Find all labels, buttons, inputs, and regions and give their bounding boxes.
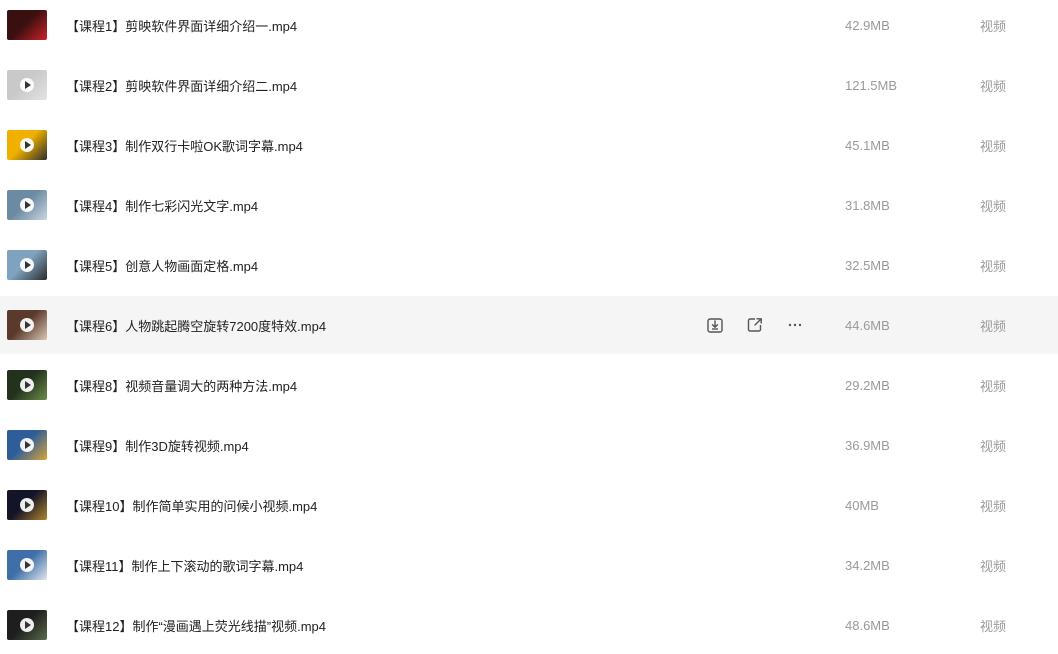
file-name[interactable]: 【课程10】制作简单实用的问候小视频.mp4 (66, 496, 317, 515)
more-icon[interactable] (786, 316, 804, 334)
file-type: 视频 (980, 18, 1007, 34)
video-thumbnail[interactable] (7, 490, 47, 520)
file-size: 36.9MB (845, 437, 890, 453)
play-icon (20, 378, 34, 392)
play-icon (20, 258, 34, 272)
file-name[interactable]: 【课程3】制作双行卡啦OK歌词字幕.mp4 (66, 136, 303, 155)
video-thumbnail[interactable] (7, 550, 47, 580)
play-icon (20, 78, 34, 92)
file-name[interactable]: 【课程8】视频音量调大的两种方法.mp4 (66, 376, 297, 395)
file-row[interactable]: 【课程12】制作“漫画遇上荧光线描”视频.mp4 48.6MB 视频 (0, 596, 1058, 654)
play-icon (20, 318, 34, 332)
file-size: 31.8MB (845, 197, 890, 213)
file-row[interactable]: 【课程11】制作上下滚动的歌词字幕.mp4 34.2MB 视频 (0, 536, 1058, 594)
download-icon[interactable] (706, 316, 724, 334)
file-type: 视频 (980, 258, 1007, 274)
file-name[interactable]: 【课程6】人物跳起腾空旋转7200度特效.mp4 (66, 316, 326, 335)
file-type: 视频 (980, 558, 1007, 574)
file-name[interactable]: 【课程11】制作上下滚动的歌词字幕.mp4 (66, 556, 303, 575)
file-size: 32.5MB (845, 257, 890, 273)
file-row[interactable]: 【课程10】制作简单实用的问候小视频.mp4 40MB 视频 (0, 476, 1058, 534)
video-thumbnail[interactable] (7, 130, 47, 160)
file-row[interactable]: 【课程3】制作双行卡啦OK歌词字幕.mp4 45.1MB 视频 (0, 116, 1058, 174)
file-name[interactable]: 【课程4】制作七彩闪光文字.mp4 (66, 196, 258, 215)
file-size: 40MB (845, 497, 879, 513)
file-row[interactable]: 【课程2】剪映软件界面详细介绍二.mp4 121.5MB 视频 (0, 56, 1058, 114)
file-row[interactable]: 【课程5】创意人物画面定格.mp4 32.5MB 视频 (0, 236, 1058, 294)
file-list: 【课程1】剪映软件界面详细介绍一.mp4 42.9MB 视频 【课程2】剪映软件界面详… (0, 0, 1058, 647)
video-thumbnail[interactable] (7, 610, 47, 640)
video-thumbnail[interactable] (7, 430, 47, 460)
file-size: 42.9MB (845, 17, 890, 33)
file-row[interactable]: 【课程8】视频音量调大的两种方法.mp4 29.2MB 视频 (0, 356, 1058, 414)
file-name[interactable]: 【课程1】剪映软件界面详细介绍一.mp4 (66, 16, 297, 35)
file-size: 121.5MB (845, 77, 898, 93)
row-actions (706, 316, 804, 334)
file-type: 视频 (980, 618, 1007, 634)
file-type: 视频 (980, 498, 1007, 514)
file-row[interactable]: 【课程1】剪映软件界面详细介绍一.mp4 42.9MB 视频 (0, 0, 1058, 54)
file-type: 视频 (980, 318, 1007, 334)
file-size: 29.2MB (845, 377, 890, 393)
file-type: 视频 (980, 138, 1007, 154)
file-type: 视频 (980, 78, 1007, 94)
share-icon[interactable] (746, 316, 764, 334)
file-name[interactable]: 【课程5】创意人物画面定格.mp4 (66, 256, 258, 275)
video-thumbnail[interactable] (7, 310, 47, 340)
play-icon (20, 618, 34, 632)
play-icon (20, 498, 34, 512)
video-thumbnail[interactable] (7, 70, 47, 100)
play-icon (20, 558, 34, 572)
play-icon (20, 138, 34, 152)
file-row[interactable]: 【课程9】制作3D旋转视频.mp4 36.9MB 视频 (0, 416, 1058, 474)
file-size: 34.2MB (845, 557, 890, 573)
file-type: 视频 (980, 198, 1007, 214)
file-name[interactable]: 【课程12】制作“漫画遇上荧光线描”视频.mp4 (66, 616, 326, 635)
play-icon (20, 198, 34, 212)
video-thumbnail[interactable] (7, 250, 47, 280)
file-name[interactable]: 【课程2】剪映软件界面详细介绍二.mp4 (66, 76, 297, 95)
file-name[interactable]: 【课程9】制作3D旋转视频.mp4 (66, 436, 249, 455)
video-thumbnail[interactable] (7, 10, 47, 40)
file-size: 44.6MB (845, 317, 890, 333)
file-type: 视频 (980, 438, 1007, 454)
file-size: 48.6MB (845, 617, 890, 633)
video-thumbnail[interactable] (7, 370, 47, 400)
video-thumbnail[interactable] (7, 190, 47, 220)
file-type: 视频 (980, 378, 1007, 394)
play-icon (20, 438, 34, 452)
file-row[interactable]: 【课程6】人物跳起腾空旋转7200度特效.mp4 44.6MB 视频 (0, 296, 1058, 354)
file-size: 45.1MB (845, 137, 890, 153)
file-row[interactable]: 【课程4】制作七彩闪光文字.mp4 31.8MB 视频 (0, 176, 1058, 234)
